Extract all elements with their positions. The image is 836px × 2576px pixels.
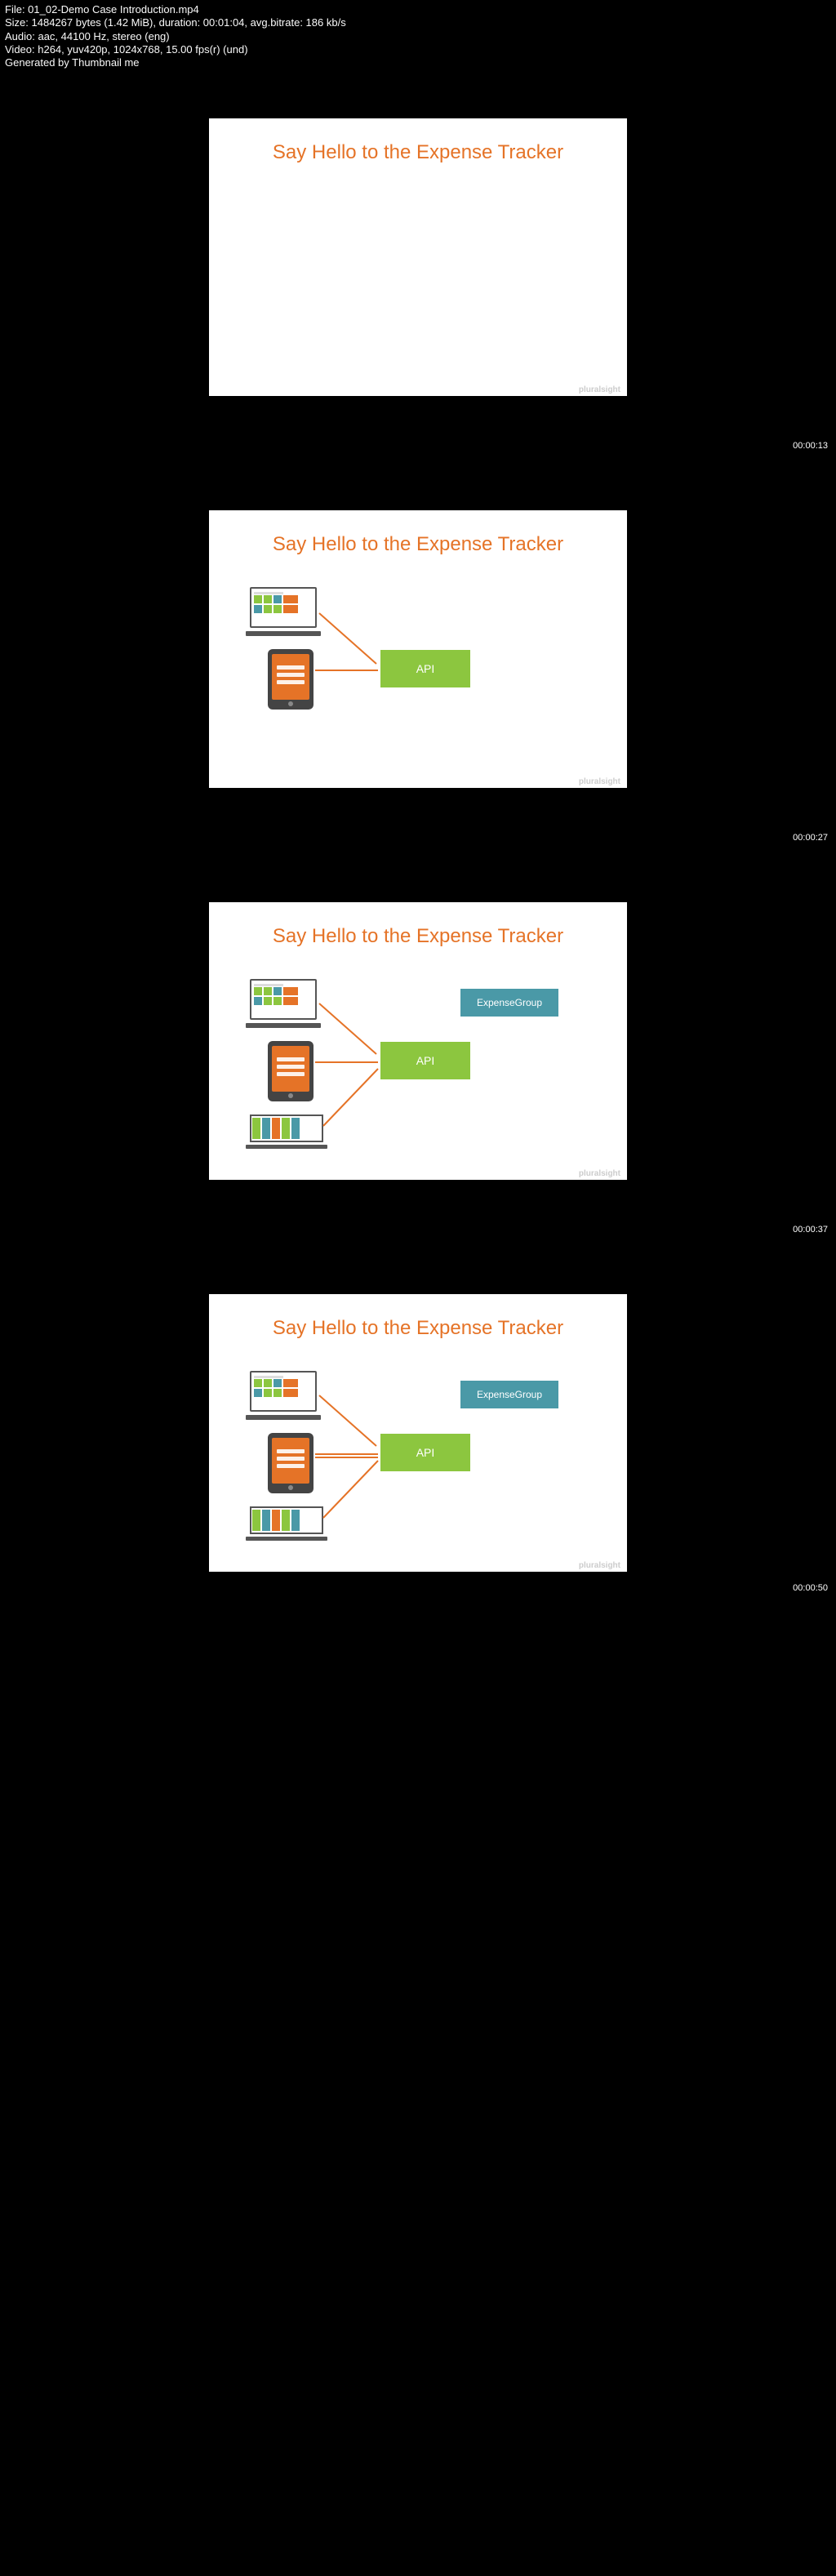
timestamp: 00:00:13 — [793, 441, 828, 451]
expensegroup-block: ExpenseGroup — [460, 989, 558, 1017]
thumbnail-frame-1: Say Hello to the Expense Tracker plurals… — [209, 118, 627, 396]
timestamp: 00:00:27 — [793, 833, 828, 843]
meta-size: Size: 1484267 bytes (1.42 MiB), duration… — [5, 16, 831, 29]
timestamp-band: 00:00:27 — [0, 788, 836, 902]
watermark: pluralsight — [579, 777, 620, 786]
watermark: pluralsight — [579, 1169, 620, 1178]
timestamp-band: 00:00:37 — [0, 1180, 836, 1294]
tablet-icon — [268, 1433, 314, 1493]
thumbnail-frame-4: Say Hello to the Expense Tracker — [209, 1294, 627, 1572]
desktop-icon — [250, 587, 320, 638]
timestamp: 00:00:37 — [793, 1225, 828, 1235]
meta-audio: Audio: aac, 44100 Hz, stereo (eng) — [5, 30, 831, 43]
desktop-icon — [250, 979, 320, 1030]
diagram: API — [209, 556, 627, 776]
thumbnail-frame-2: Say Hello to the Expense Tracker API plu… — [209, 510, 627, 788]
api-block: API — [380, 1042, 470, 1079]
media-info-block: File: 01_02-Demo Case Introduction.mp4 S… — [0, 0, 836, 118]
expensegroup-block: ExpenseGroup — [460, 1381, 558, 1408]
slide-title: Say Hello to the Expense Tracker — [209, 510, 627, 556]
timestamp-band: 00:00:13 — [0, 396, 836, 510]
slide-title: Say Hello to the Expense Tracker — [209, 902, 627, 948]
api-block: API — [380, 650, 470, 687]
diagram: API ExpenseGroup — [209, 1340, 627, 1560]
api-label: API — [416, 662, 435, 675]
thumbnail-frame-3: Say Hello to the Expense Tracker — [209, 902, 627, 1180]
tablet-icon — [268, 1041, 314, 1101]
watermark: pluralsight — [579, 1561, 620, 1570]
api-label: API — [416, 1054, 435, 1067]
diagram: API ExpenseGroup — [209, 948, 627, 1168]
entity-label: ExpenseGroup — [477, 997, 542, 1008]
api-block: API — [380, 1434, 470, 1471]
timestamp: 00:00:50 — [793, 1583, 828, 1593]
desktop-icon — [250, 1371, 320, 1421]
meta-generator: Generated by Thumbnail me — [5, 56, 831, 69]
slide-title: Say Hello to the Expense Tracker — [209, 1294, 627, 1340]
meta-file: File: 01_02-Demo Case Introduction.mp4 — [5, 3, 831, 16]
meta-video: Video: h264, yuv420p, 1024x768, 15.00 fp… — [5, 43, 831, 56]
timestamp-band: 00:00:50 — [0, 1572, 836, 1604]
entity-label: ExpenseGroup — [477, 1389, 542, 1400]
watermark: pluralsight — [579, 385, 620, 394]
api-label: API — [416, 1446, 435, 1459]
tablet-icon — [268, 649, 314, 710]
slide-title: Say Hello to the Expense Tracker — [209, 118, 627, 164]
